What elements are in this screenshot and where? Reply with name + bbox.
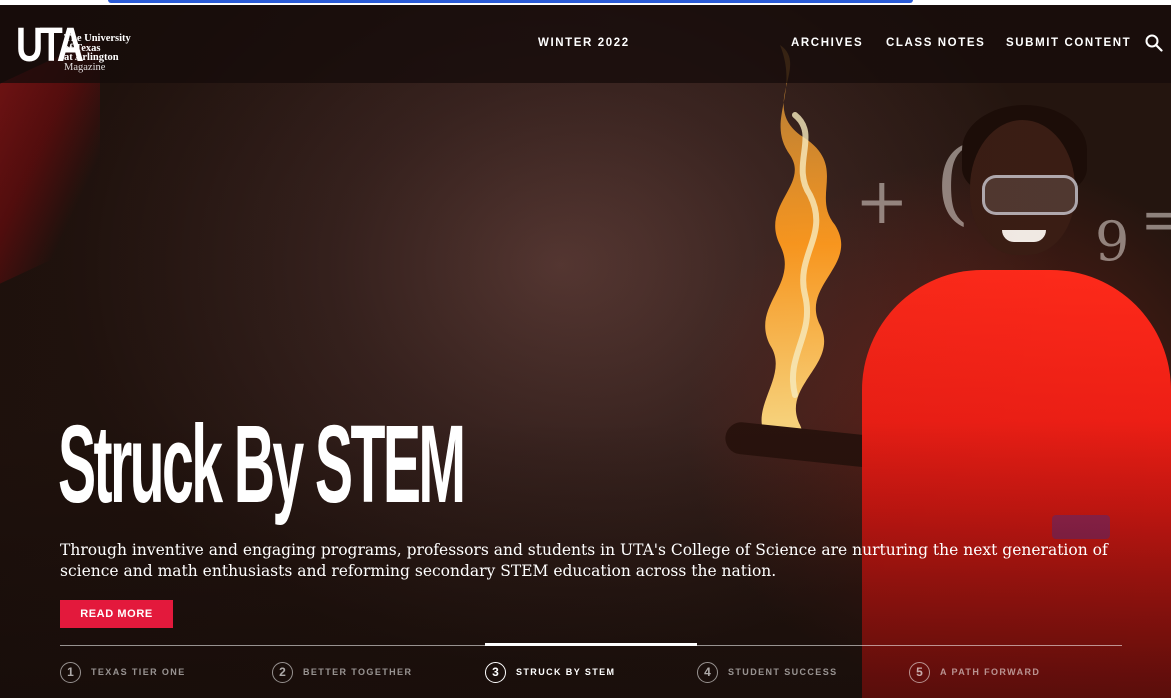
story-number: 3: [485, 661, 506, 683]
nav-archives[interactable]: ARCHIVES: [791, 37, 863, 49]
story-label: TEXAS TIER ONE: [91, 667, 186, 677]
hero-shade-overlay: [0, 5, 1171, 698]
nav-submit-content[interactable]: SUBMIT CONTENT: [1006, 37, 1131, 49]
story-number: 4: [697, 661, 718, 683]
browser-address-bar-edge: [108, 0, 913, 3]
hero-summary: Through inventive and engaging programs,…: [60, 541, 1108, 580]
nav-class-notes[interactable]: CLASS NOTES: [886, 37, 985, 49]
story-label: STUDENT SUCCESS: [728, 667, 838, 677]
read-more-button[interactable]: READ MORE: [60, 600, 173, 628]
story-number: 5: [909, 661, 930, 683]
story-tab-a-path-forward[interactable]: 5 A PATH FORWARD: [909, 661, 1040, 683]
story-tab-struck-by-stem[interactable]: 3 STRUCK BY STEM: [485, 661, 615, 683]
nav-issue-winter-2022[interactable]: WINTER 2022: [538, 37, 630, 49]
search-icon[interactable]: [1145, 34, 1163, 52]
hero-image: + ( 9 =: [0, 5, 1171, 698]
uta-magazine-logo[interactable]: UTA The University of Texas at Arlington…: [16, 19, 131, 73]
story-number: 2: [272, 661, 293, 683]
hero-title: Struck By STEM: [58, 403, 466, 526]
logo-mark: UTA: [16, 19, 84, 72]
story-label: STRUCK BY STEM: [516, 667, 616, 677]
story-number: 1: [60, 661, 81, 683]
story-tab-student-success[interactable]: 4 STUDENT SUCCESS: [697, 661, 838, 683]
site-header: UTA The University of Texas at Arlington…: [0, 5, 1171, 83]
story-label: BETTER TOGETHER: [303, 667, 413, 677]
story-tab-texas-tier-one[interactable]: 1 TEXAS TIER ONE: [60, 661, 186, 683]
active-story-indicator: [485, 643, 697, 646]
story-tab-better-together[interactable]: 2 BETTER TOGETHER: [272, 661, 412, 683]
story-label: A PATH FORWARD: [940, 667, 1041, 677]
